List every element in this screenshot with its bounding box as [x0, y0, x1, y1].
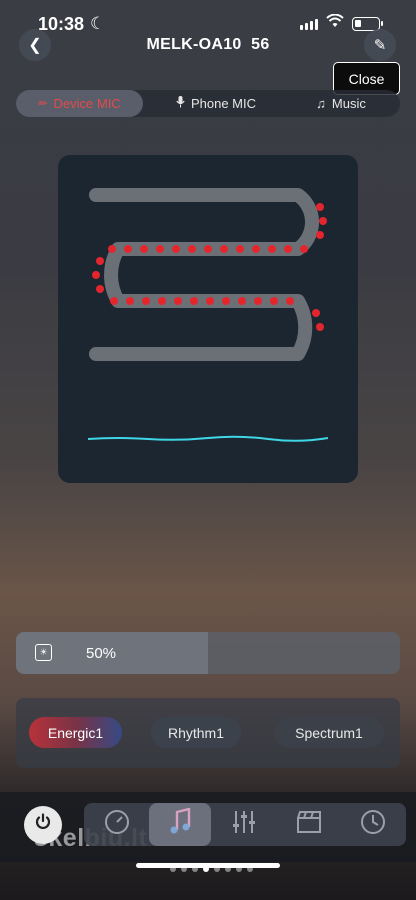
- led-light: [204, 245, 212, 253]
- wifi-icon: [326, 13, 344, 33]
- led-light: [316, 323, 324, 331]
- nav-adjust[interactable]: [213, 803, 275, 846]
- cellular-signal-icon: [300, 19, 318, 30]
- mic-source-tabs: ✏ Device MIC Phone MIC ♫ Music: [16, 90, 400, 117]
- led-light: [124, 245, 132, 253]
- pencil-icon: ✎: [373, 37, 387, 54]
- tab-label: Phone MIC: [190, 96, 257, 111]
- led-light: [222, 297, 230, 305]
- brightness-icon: ☀: [35, 644, 52, 661]
- led-light: [300, 245, 308, 253]
- mode-energic1[interactable]: Energic1: [29, 717, 122, 748]
- led-light: [174, 297, 182, 305]
- led-strip-preview: [58, 155, 358, 483]
- led-light: [190, 297, 198, 305]
- led-light: [110, 297, 118, 305]
- mode-label: Spectrum1: [295, 724, 363, 741]
- mode-rhythm1[interactable]: Rhythm1: [151, 717, 241, 748]
- led-light: [268, 245, 276, 253]
- led-light: [158, 297, 166, 305]
- clock-icon: [360, 809, 386, 840]
- led-light: [316, 203, 324, 211]
- led-strip-drawing: [87, 188, 329, 442]
- mode-label: Rhythm1: [167, 724, 225, 741]
- clapperboard-icon: [296, 810, 322, 839]
- led-light: [96, 257, 104, 265]
- nav-music[interactable]: [149, 803, 211, 846]
- device-name: MELK-OA10: [146, 36, 242, 53]
- led-light: [126, 297, 134, 305]
- led-light: [172, 245, 180, 253]
- effect-mode-selector: Energic1 Rhythm1 Spectrum1: [16, 698, 400, 768]
- nav-timer[interactable]: [342, 803, 404, 846]
- brightness-value: 50%: [86, 645, 117, 662]
- tab-music[interactable]: ♫ Music: [286, 90, 396, 117]
- power-icon: [34, 813, 52, 837]
- led-light: [316, 231, 324, 239]
- dial-icon: [104, 809, 130, 840]
- led-light: [254, 297, 262, 305]
- led-light: [96, 285, 104, 293]
- tab-phone-mic[interactable]: Phone MIC: [156, 90, 276, 117]
- mode-label: Energic1: [47, 724, 104, 741]
- led-light: [206, 297, 214, 305]
- tab-label: Music: [331, 96, 366, 111]
- led-light: [286, 297, 294, 305]
- microphone-icon: ✏: [38, 98, 48, 110]
- led-light: [236, 245, 244, 253]
- nav-scenes[interactable]: [278, 803, 340, 846]
- tab-device-mic[interactable]: ✏ Device MIC: [16, 90, 143, 117]
- led-light: [156, 245, 164, 253]
- led-light: [319, 217, 327, 225]
- music-note-icon: [167, 807, 193, 841]
- led-light: [270, 297, 278, 305]
- brightness-slider[interactable]: ☀ 50%: [16, 632, 400, 674]
- microphone-icon: [176, 96, 185, 111]
- mode-spectrum1[interactable]: Spectrum1: [274, 717, 384, 748]
- led-light: [312, 309, 320, 317]
- home-indicator: [136, 863, 280, 868]
- page-title: MELK-OA10 56: [0, 36, 416, 54]
- edit-button[interactable]: ✎: [364, 29, 396, 61]
- tab-label: Device MIC: [53, 96, 121, 111]
- led-light: [284, 245, 292, 253]
- sound-wave-line: [87, 435, 329, 442]
- led-lights: [92, 203, 327, 331]
- led-light: [108, 245, 116, 253]
- led-light: [252, 245, 260, 253]
- led-light: [238, 297, 246, 305]
- power-button[interactable]: [24, 806, 62, 844]
- led-light: [92, 271, 100, 279]
- sliders-icon: [231, 809, 257, 840]
- device-number: 56: [251, 36, 270, 53]
- close-label: Close: [348, 70, 385, 87]
- led-light: [220, 245, 228, 253]
- led-strip-path: [89, 188, 320, 361]
- led-light: [142, 297, 150, 305]
- music-note-icon: ♫: [316, 96, 326, 111]
- led-light: [140, 245, 148, 253]
- do-not-disturb-icon: ☾: [90, 14, 106, 33]
- nav-dial[interactable]: [86, 803, 148, 846]
- led-light: [188, 245, 196, 253]
